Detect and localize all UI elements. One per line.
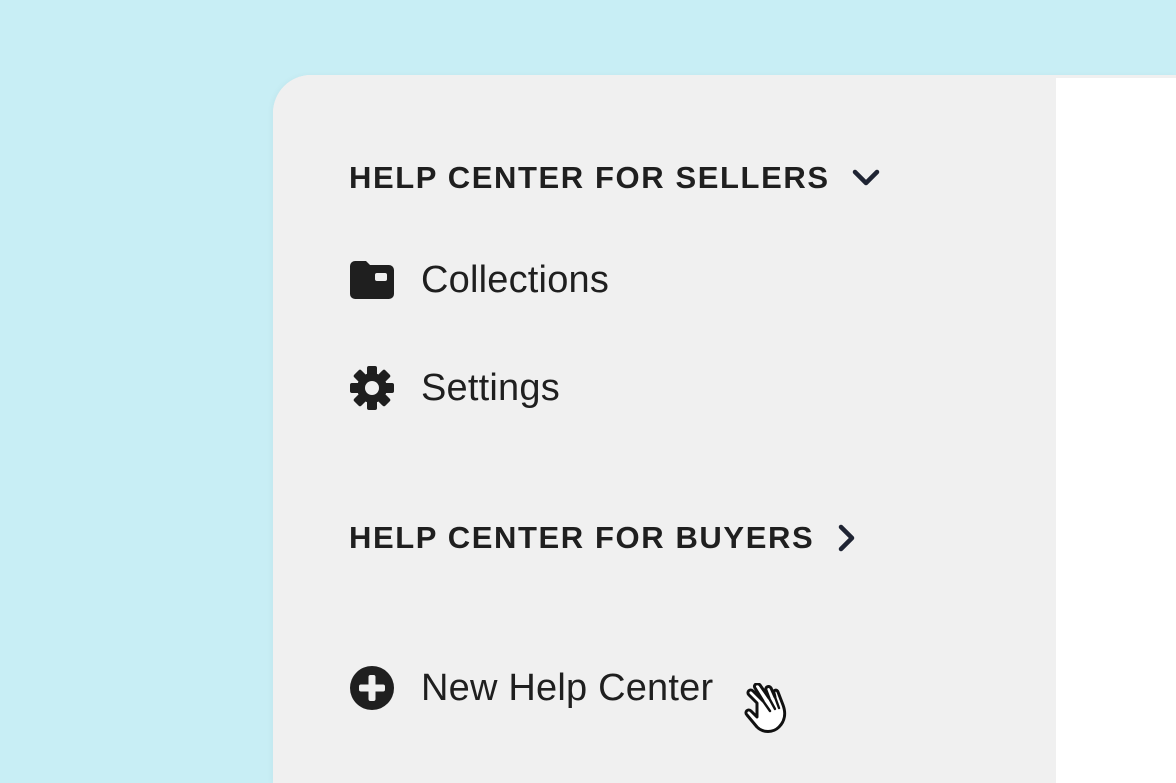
sidebar-item-label: Collections	[421, 258, 610, 301]
section-header-buyers[interactable]: HELP CENTER FOR BUYERS	[349, 518, 856, 558]
new-help-center-label: New Help Center	[421, 666, 714, 709]
sidebar-item-collections[interactable]: Collections	[349, 256, 609, 304]
section-title-buyers: HELP CENTER FOR BUYERS	[349, 520, 815, 555]
plus-circle-icon	[349, 665, 395, 711]
section-title-sellers: HELP CENTER FOR SELLERS	[349, 160, 830, 195]
chevron-right-icon[interactable]	[836, 524, 856, 552]
main-content-panel	[1056, 78, 1176, 783]
chevron-down-icon[interactable]	[852, 168, 880, 188]
pointing-hand-cursor-icon	[743, 682, 795, 739]
new-help-center-button[interactable]: New Help Center	[349, 664, 713, 712]
section-header-sellers[interactable]: HELP CENTER FOR SELLERS	[349, 158, 880, 198]
sidebar-item-settings[interactable]: Settings	[349, 364, 560, 412]
sidebar-item-label: Settings	[421, 366, 560, 409]
app-window: HELP CENTER FOR SELLERS Collections Sett…	[273, 75, 1176, 783]
sidebar: HELP CENTER FOR SELLERS Collections Sett…	[273, 75, 1056, 783]
gear-icon	[349, 365, 395, 411]
folder-icon	[349, 257, 395, 303]
